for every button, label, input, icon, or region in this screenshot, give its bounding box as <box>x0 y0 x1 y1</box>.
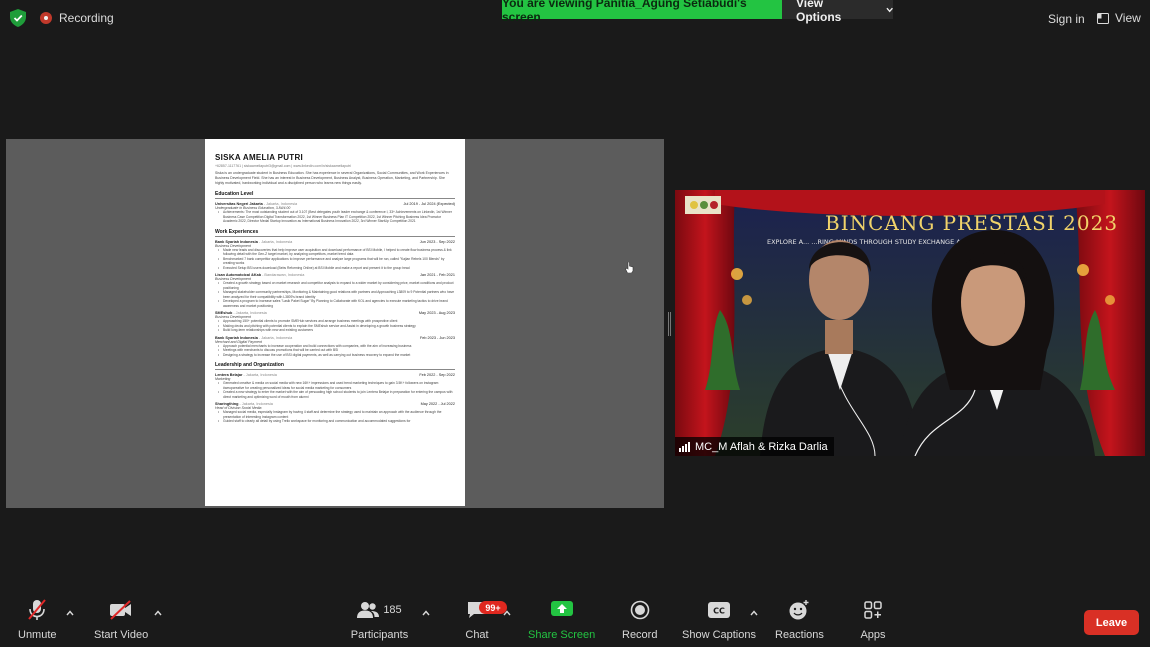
resume-entry-date: May 2022 - Jul 2022 <box>420 402 455 406</box>
resume-bullet: Achievements: The most outstanding stude… <box>215 210 455 224</box>
unmute-button[interactable]: Unmute <box>18 596 57 647</box>
resume-bullet: Made new leads and discoveries that help… <box>215 248 455 257</box>
view-options-label: View Options <box>796 0 842 24</box>
resume-entry-org: Bank Syariah Indonesia <box>215 335 258 340</box>
resume-bullet: Designing a strategy to increase the use… <box>215 353 455 358</box>
top-bar: Recording You are viewing Panitia_Agung … <box>0 0 1150 36</box>
shared-screen[interactable]: SISKA AMELIA PUTRI +62857-1117761 | sisk… <box>6 139 664 508</box>
apps-label: Apps <box>860 629 886 641</box>
mouse-cursor-icon <box>625 262 634 273</box>
reactions-label: Reactions <box>775 629 824 641</box>
recording-label: Recording <box>59 11 114 25</box>
sign-in-button[interactable]: Sign in <box>1048 12 1085 26</box>
resume-section-title: Leadership and Organization <box>215 362 455 370</box>
resize-handle[interactable] <box>668 312 671 336</box>
resume-sections: Education Level Universitas Negeri Jakart… <box>215 191 455 424</box>
share-screen-icon <box>547 596 577 624</box>
resume-entry-date: Feb 2022 - Sep 2022 <box>419 373 455 377</box>
resume-name: SISKA AMELIA PUTRI <box>215 153 304 162</box>
audio-options-caret-icon[interactable] <box>66 610 74 616</box>
resume-entry-org-line: Bank Syariah Indonesia - Jakarta, Indone… <box>215 336 292 340</box>
record-label: Record <box>622 629 658 641</box>
view-button[interactable]: View <box>1097 11 1141 25</box>
captions-icon: CC <box>704 596 734 624</box>
resume-section-title: Education Level <box>215 191 455 199</box>
resume-entry-org-line: Bank Syariah Indonesia - Jakarta, Indone… <box>215 240 292 244</box>
resume-entry-location: - Jakarta, Indonesia <box>257 335 293 340</box>
participant-name-label: MC_M Aflah & Rizka Darlia <box>675 437 834 456</box>
video-scene: BINCANG PRESTASI 2023 EXPLORE A... ...RI… <box>675 190 1145 456</box>
participant-name: MC_M Aflah & Rizka Darlia <box>695 440 828 453</box>
resume-entry-date: Jul 2019 - Jul 2024 (Expected) <box>403 202 456 206</box>
participants-button[interactable]: 185 Participants <box>347 596 412 647</box>
reactions-icon <box>784 596 814 624</box>
recording-icon <box>40 12 52 24</box>
resume-bullet: Executed Setup BSI users download (Bebs … <box>215 266 455 271</box>
reactions-button[interactable]: Reactions <box>775 596 824 647</box>
resume-entry-date: Jun 2023 - Sep 2022 <box>419 239 455 244</box>
record-button[interactable]: Record <box>622 596 657 647</box>
resume-bullet: Managed social media, especially Instagr… <box>215 410 455 419</box>
resume-summary: Siska is an undergraduate student in Bus… <box>215 171 449 185</box>
start-video-button[interactable]: Start Video <box>94 596 148 647</box>
resume-contact: +62857-1117761 | siskaameliaputri3@gmail… <box>215 164 351 168</box>
participants-label: Participants <box>350 629 409 641</box>
meeting-toolbar: Unmute Start Video 185 Participants Chat… <box>0 596 1150 647</box>
start-video-label: Start Video <box>94 629 149 641</box>
view-options-button[interactable]: View Options <box>782 0 893 24</box>
security-shield-icon[interactable] <box>10 9 26 27</box>
resume-bullet: Guided staff to clearly all detail by us… <box>215 419 455 424</box>
video-off-icon <box>106 596 136 624</box>
resume-entry-location: - Jakarta, Indonesia <box>242 373 277 377</box>
participant-count: 185 <box>383 604 402 616</box>
resume-entry-org: Bank Syariah Indonesia <box>215 239 258 244</box>
resume-entry-location: - Jakarta, Indonesia <box>257 239 293 244</box>
resume-bullet: Build long-term relationships with new a… <box>215 328 455 333</box>
svg-text:CC: CC <box>713 607 725 616</box>
resume-entry-date: May 2023 - Aug 2023 <box>418 311 455 315</box>
svg-text:BINCANG PRESTASI 2023: BINCANG PRESTASI 2023 <box>825 211 1118 235</box>
participant-video[interactable]: BINCANG PRESTASI 2023 EXPLORE A... ...RI… <box>675 190 1145 456</box>
unmute-label: Unmute <box>18 629 57 641</box>
chevron-down-icon <box>886 7 893 12</box>
resume-bullet: Developed a program to increase sales "L… <box>215 299 455 308</box>
mic-muted-icon <box>22 596 52 624</box>
recording-indicator[interactable]: Recording <box>40 11 114 25</box>
leave-button[interactable]: Leave <box>1084 610 1139 635</box>
captions-options-caret-icon[interactable] <box>750 610 758 616</box>
resume-entry-date: Feb 2023 - Jun 2023 <box>419 335 455 340</box>
view-label: View <box>1115 11 1141 25</box>
show-captions-button[interactable]: CC Show Captions <box>682 596 756 647</box>
resume-bullet: Benchmarked 7 bank competitor applicatio… <box>215 257 455 266</box>
resume-bullet: Generated creative & media on social med… <box>215 381 455 390</box>
view-layout-icon <box>1097 12 1109 24</box>
participants-icon <box>357 602 380 618</box>
resume-section-title: Work Experiences <box>215 229 455 237</box>
apps-icon <box>858 596 888 624</box>
resume-bullet: Created a new strategy to enter the mark… <box>215 390 455 399</box>
share-screen-label: Share Screen <box>528 629 596 641</box>
resume-document: SISKA AMELIA PUTRI +62857-1117761 | sisk… <box>205 139 465 506</box>
chat-unread-badge: 99+ <box>479 601 507 614</box>
participants-options-caret-icon[interactable] <box>422 610 430 616</box>
video-options-caret-icon[interactable] <box>154 610 162 616</box>
resume-bullet: Created a growth strategy based on marke… <box>215 281 455 290</box>
record-icon <box>625 596 655 624</box>
apps-button[interactable]: Apps <box>858 596 888 647</box>
chat-label: Chat <box>465 629 489 641</box>
signal-strength-icon <box>679 441 690 452</box>
resume-bullet: Managed stakeholder community partnershi… <box>215 290 455 299</box>
resume-entry-date: Jan 2021 - Feb 2021 <box>419 273 455 277</box>
viewing-screen-banner: You are viewing Panitia_Agung Setiabudi'… <box>502 0 782 24</box>
svg-text:EXPLORE A... ...RING MINDS THR: EXPLORE A... ...RING MINDS THROUGH STUDY… <box>767 238 967 246</box>
show-captions-label: Show Captions <box>682 629 756 641</box>
resume-entry-location: - Bandarawan, Indonesia <box>261 273 305 277</box>
share-screen-button[interactable]: Share Screen <box>528 596 595 647</box>
participants-icon-group: 185 <box>347 596 412 624</box>
